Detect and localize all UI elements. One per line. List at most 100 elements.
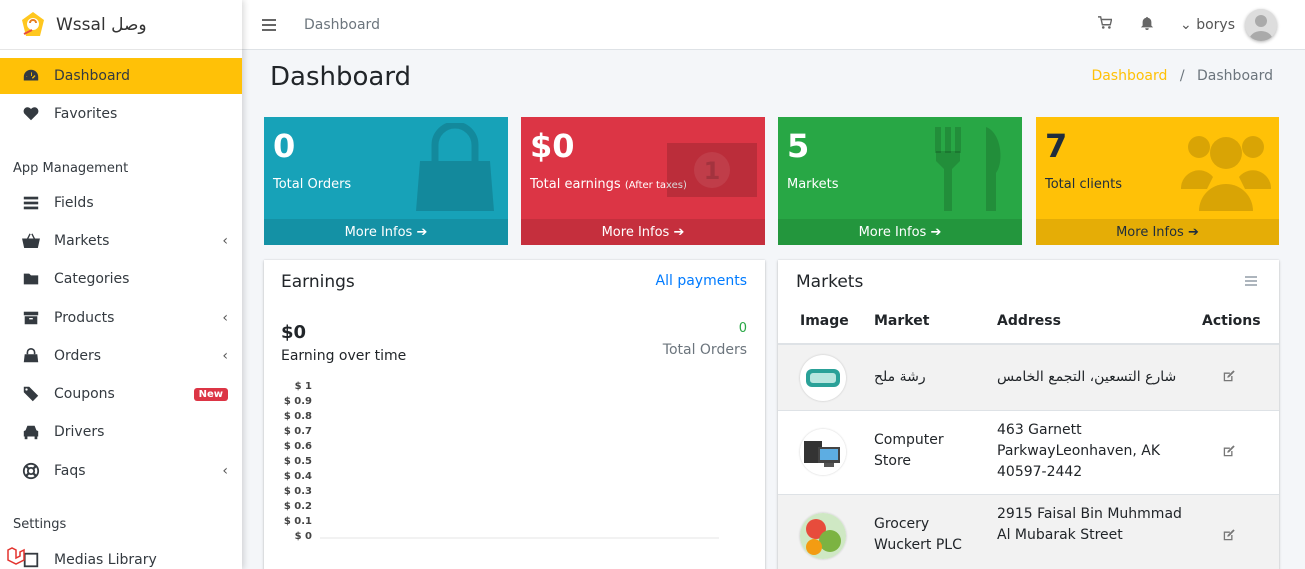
user-menu[interactable]: ⌄ borys: [1180, 17, 1235, 33]
card-label: Total Orders: [273, 177, 352, 192]
earnings-chart: $ 1 $ 0.9 $ 0.8 $ 0.7 $ 0.6 $ 0.5 $ 0.4 $ 0.3 $ …: [264, 378, 765, 548]
sidebar-item-coupons[interactable]: Coupons New: [0, 376, 242, 412]
sidebar-item-label: Medias Library: [54, 552, 157, 568]
column-header-market: Market: [874, 313, 930, 329]
breadcrumb-separator: /: [1179, 68, 1185, 84]
sidebar-item-medias-library[interactable]: Medias Library: [0, 542, 242, 569]
sidebar-item-favorites[interactable]: Favorites: [0, 96, 242, 132]
arrow-circle-right-icon: ➔: [1187, 224, 1199, 240]
card-label: Markets: [787, 177, 839, 192]
basket-icon: [22, 232, 40, 250]
sidebar-item-label: Orders: [54, 348, 102, 364]
earnings-panel: Earnings All payments $0 Earning over ti…: [264, 260, 765, 569]
table-row: Grocery Wuckert PLC 2915 Faisal Bin Muhm…: [778, 494, 1279, 569]
card-total-clients: 7 Total clients More Infos ➔: [1036, 117, 1279, 245]
breadcrumb: Dashboard / Dashboard: [1091, 68, 1273, 84]
bell-icon[interactable]: [1140, 16, 1154, 34]
earnings-title: Earnings: [281, 272, 355, 292]
folder-icon: [22, 270, 40, 288]
sidebar-item-label: Drivers: [54, 424, 105, 440]
sidebar-item-label: Coupons: [54, 386, 115, 402]
card-markets: 5 Markets More Infos ➔: [778, 117, 1022, 245]
card-value: 5: [787, 127, 810, 165]
life-ring-icon: [22, 462, 40, 480]
cutlery-icon: [924, 123, 1014, 213]
more-infos-link[interactable]: More Infos ➔: [264, 219, 508, 245]
topbar-right: ⌄ borys: [1098, 0, 1277, 50]
dashboard-icon: [22, 67, 40, 85]
edit-icon[interactable]: [1222, 444, 1238, 460]
arrow-circle-right-icon: ➔: [673, 224, 685, 240]
user-name: borys: [1196, 17, 1235, 33]
sidebar-item-label: Dashboard: [54, 68, 130, 84]
card-total-orders: 0 Total Orders More Infos ➔: [264, 117, 508, 245]
list-menu-icon[interactable]: [1245, 274, 1257, 288]
table-row: Computer Store 463 Garnett ParkwayLeonha…: [778, 410, 1279, 494]
hamburger-menu-icon[interactable]: [262, 16, 276, 34]
all-payments-link[interactable]: All payments: [656, 273, 747, 289]
avatar[interactable]: [1245, 9, 1277, 41]
chevron-down-icon: ⌄: [1180, 17, 1192, 33]
laravel-logo-icon: [7, 547, 25, 565]
chevron-left-icon: ‹: [222, 348, 228, 364]
earnings-amount: $0: [281, 322, 307, 343]
sidebar-item-label: Faqs: [54, 463, 86, 479]
market-image: [800, 355, 846, 401]
markets-title: Markets: [796, 272, 864, 292]
car-icon: [22, 423, 40, 441]
brand[interactable]: Wssal وصل: [0, 0, 242, 50]
card-total-earnings: $0 Total earnings (After taxes) 1 More I…: [521, 117, 765, 245]
sidebar-item-fields[interactable]: Fields: [0, 185, 242, 221]
chevron-left-icon: ‹: [222, 310, 228, 326]
sidebar-item-faqs[interactable]: Faqs ‹: [0, 453, 242, 489]
more-infos-link[interactable]: More Infos ➔: [1036, 219, 1279, 245]
brand-logo-icon: [22, 11, 44, 36]
sidebar-item-label: Markets: [54, 233, 110, 249]
card-value: 0: [273, 127, 296, 165]
sidebar-item-categories[interactable]: Categories: [0, 261, 242, 297]
sidebar-item-label: Fields: [54, 195, 94, 211]
earnings-subtitle: Earning over time: [281, 348, 407, 364]
market-name: Grocery Wuckert PLC: [874, 516, 962, 553]
card-label: Total clients: [1045, 177, 1122, 192]
card-value: $0: [530, 127, 575, 165]
brand-name: Wssal وصل: [56, 14, 147, 35]
sidebar-item-label: Products: [54, 310, 115, 326]
cart-icon[interactable]: [1098, 16, 1113, 34]
sidebar-item-dashboard[interactable]: Dashboard: [0, 58, 242, 94]
sidebar-item-label: Favorites: [54, 106, 118, 122]
svg-text:1: 1: [704, 157, 721, 185]
money-icon: 1: [667, 123, 757, 213]
earnings-chart-svg: [320, 537, 719, 539]
arrow-circle-right-icon: ➔: [416, 224, 428, 240]
column-header-address: Address: [997, 313, 1061, 329]
market-image: [800, 513, 846, 559]
topbar-title[interactable]: Dashboard: [304, 17, 380, 33]
edit-icon[interactable]: [1222, 528, 1238, 544]
chevron-left-icon: ‹: [222, 463, 228, 479]
card-value: 7: [1045, 127, 1068, 165]
sidebar-item-markets[interactable]: Markets ‹: [0, 223, 242, 259]
users-icon: [1180, 123, 1272, 213]
breadcrumb-link-dashboard[interactable]: Dashboard: [1091, 68, 1167, 84]
shopping-bag-icon: [410, 121, 500, 213]
sidebar-item-products[interactable]: Products ‹: [0, 300, 242, 336]
more-infos-link[interactable]: More Infos ➔: [521, 219, 765, 245]
ticket-icon: [22, 385, 40, 403]
heart-icon: [22, 105, 40, 123]
sidebar: Wssal وصل Dashboard Favorites App Manage…: [0, 0, 242, 569]
sidebar-item-label: Categories: [54, 271, 130, 287]
more-infos-link[interactable]: More Infos ➔: [778, 219, 1022, 245]
fields-icon: [22, 194, 40, 212]
edit-icon[interactable]: [1222, 369, 1238, 385]
sidebar-item-orders[interactable]: Orders ‹: [0, 338, 242, 374]
column-header-image: Image: [800, 313, 849, 329]
breadcrumb-current: Dashboard: [1197, 68, 1273, 84]
market-name: Computer Store: [874, 432, 944, 469]
sidebar-item-drivers[interactable]: Drivers: [0, 414, 242, 450]
orders-count: 0: [738, 321, 747, 336]
orders-label: Total Orders: [662, 342, 747, 358]
market-image: [800, 429, 846, 475]
arrow-circle-right-icon: ➔: [930, 224, 942, 240]
new-badge: New: [193, 387, 228, 401]
